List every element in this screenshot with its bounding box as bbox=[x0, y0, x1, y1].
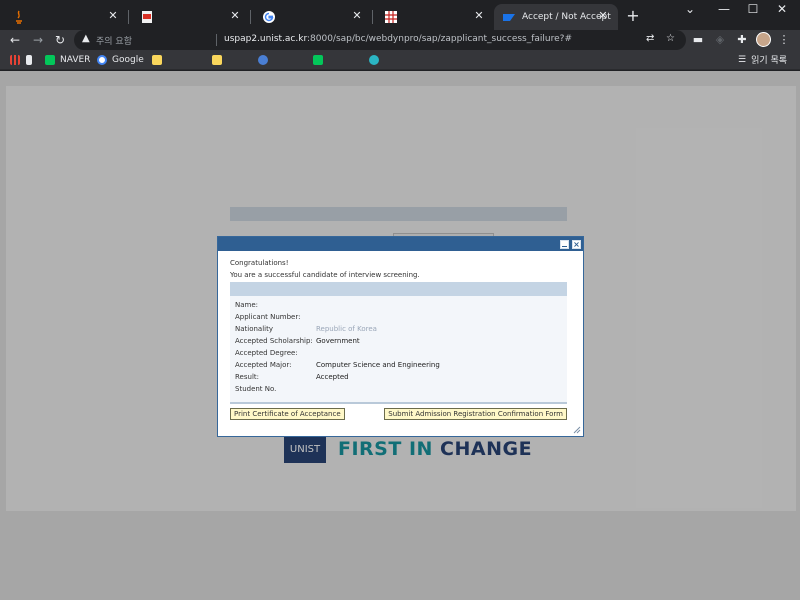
bookmark-site[interactable] bbox=[258, 53, 273, 67]
minimize-button[interactable]: — bbox=[714, 2, 734, 16]
bookmark-google[interactable]: Google bbox=[97, 53, 144, 67]
menu-icon[interactable]: ⋮ bbox=[776, 33, 792, 46]
acceptance-dialog: × Congratulations! You are a successful … bbox=[217, 236, 584, 437]
minimize-icon[interactable] bbox=[560, 240, 569, 249]
field-label: Applicant Number: bbox=[235, 313, 301, 321]
submit-confirmation-button[interactable]: Submit Admission Registration Confirmati… bbox=[384, 408, 567, 420]
security-status[interactable]: 주의 요함 bbox=[96, 34, 132, 47]
dialog-body: Congratulations! You are a successful ca… bbox=[218, 251, 583, 436]
tab-search-button[interactable]: ⌄ bbox=[680, 2, 700, 16]
naver-icon bbox=[313, 55, 323, 65]
tab-google[interactable]: ✕ bbox=[250, 4, 372, 30]
browser-toolbar: ← → ↻ ▲ 주의 요함 uspap2.unist.ac.kr:8000/sa… bbox=[0, 30, 800, 50]
bookmarks-bar: NAVER Google ☰ 읽기 목록 bbox=[0, 50, 800, 70]
result-message: You are a successful candidate of interv… bbox=[230, 271, 420, 279]
bookmark-naver[interactable]: NAVER bbox=[45, 53, 90, 67]
field-label: Accepted Scholarship: bbox=[235, 337, 313, 345]
bookmark-icon bbox=[26, 55, 32, 65]
field-value: Government bbox=[316, 337, 360, 345]
bookmark-label: NAVER bbox=[60, 55, 91, 65]
info-header-bar bbox=[230, 282, 567, 296]
field-value: Republic of Korea bbox=[316, 325, 377, 333]
field-value: Accepted bbox=[316, 373, 349, 381]
reading-list[interactable]: ☰ 읽기 목록 bbox=[738, 53, 788, 67]
media-icon[interactable]: ▬ bbox=[690, 33, 706, 46]
extensions-icon[interactable]: ✚ bbox=[734, 33, 750, 46]
sap-icon bbox=[502, 10, 516, 24]
url-host: uspap2.unist.ac.kr bbox=[224, 34, 307, 44]
close-icon[interactable]: ✕ bbox=[106, 9, 120, 23]
bookmark-naver[interactable] bbox=[313, 53, 328, 67]
shield-icon[interactable]: ◈ bbox=[712, 33, 728, 46]
naver-icon bbox=[45, 55, 55, 65]
resize-grip-icon[interactable] bbox=[573, 426, 581, 434]
tab-grid-app[interactable]: ✕ bbox=[372, 4, 494, 30]
field-label: Student No. bbox=[235, 385, 277, 393]
reading-list-label: 읽기 목록 bbox=[751, 56, 788, 66]
close-icon[interactable]: ✕ bbox=[228, 9, 242, 23]
new-tab-button[interactable]: + bbox=[624, 8, 642, 26]
close-icon[interactable]: × bbox=[572, 240, 581, 249]
bookmark-edge[interactable] bbox=[369, 53, 384, 67]
url-path: :8000/sap/bc/webdynpro/sap/zapplicant_su… bbox=[307, 34, 572, 44]
grid-app-icon bbox=[384, 10, 398, 24]
java-icon bbox=[12, 10, 26, 24]
star-icon[interactable]: ☆ bbox=[666, 33, 675, 44]
site-icon bbox=[258, 55, 268, 65]
tab-strip: ✕ ✕ ✕ ✕ Accept / Not Accept ✕ + ⌄ — ☐ ✕ bbox=[0, 0, 800, 30]
tab-java[interactable]: ✕ bbox=[0, 4, 128, 30]
reading-list-icon: ☰ bbox=[738, 54, 747, 65]
bookmark-item[interactable] bbox=[26, 53, 37, 67]
field-value: Computer Science and Engineering bbox=[316, 361, 440, 369]
avatar[interactable] bbox=[756, 32, 771, 47]
forward-icon[interactable]: → bbox=[30, 32, 46, 48]
dialog-button-bar: Print Certificate of Acceptance Submit A… bbox=[230, 408, 567, 420]
address-bar[interactable]: ▲ 주의 요함 uspap2.unist.ac.kr:8000/sap/bc/w… bbox=[74, 30, 686, 50]
bookmark-label: Google bbox=[112, 55, 144, 65]
field-label: Name: bbox=[235, 301, 259, 309]
maximize-button[interactable]: ☐ bbox=[743, 2, 763, 16]
bookmark-apps[interactable] bbox=[10, 53, 25, 67]
bookmark-folder[interactable] bbox=[212, 53, 227, 67]
dialog-titlebar: × bbox=[218, 237, 583, 251]
tab-pdf[interactable]: ✕ bbox=[128, 4, 250, 30]
bookmark-folder[interactable] bbox=[152, 53, 167, 67]
close-icon[interactable]: ✕ bbox=[472, 9, 486, 23]
translate-icon[interactable]: ⇄ bbox=[646, 33, 654, 44]
address-divider bbox=[216, 34, 217, 46]
back-icon[interactable]: ← bbox=[7, 32, 23, 48]
tab-accept-not-accept[interactable]: Accept / Not Accept ✕ bbox=[494, 4, 618, 30]
folder-icon bbox=[152, 55, 162, 65]
field-label: Accepted Degree: bbox=[235, 349, 298, 357]
folder-icon bbox=[212, 55, 222, 65]
close-icon[interactable]: ✕ bbox=[350, 9, 364, 23]
apps-icon bbox=[10, 55, 20, 65]
field-label: Accepted Major: bbox=[235, 361, 292, 369]
google-icon bbox=[97, 55, 107, 65]
pdf-icon bbox=[140, 10, 154, 24]
field-label: Nationality bbox=[235, 325, 274, 333]
google-icon bbox=[262, 10, 276, 24]
browser-window: ✕ ✕ ✕ ✕ Accept / Not Accept ✕ + ⌄ — ☐ ✕ … bbox=[0, 0, 800, 600]
reload-icon[interactable]: ↻ bbox=[52, 32, 68, 48]
warning-icon[interactable]: ▲ bbox=[82, 33, 90, 44]
congratulations-text: Congratulations! bbox=[230, 259, 289, 267]
edge-icon bbox=[369, 55, 379, 65]
print-certificate-button[interactable]: Print Certificate of Acceptance bbox=[230, 408, 345, 420]
close-window-button[interactable]: ✕ bbox=[772, 2, 792, 16]
url-text[interactable]: uspap2.unist.ac.kr:8000/sap/bc/webdynpro… bbox=[224, 34, 572, 44]
applicant-info-panel: Name: Applicant Number: Nationality Repu… bbox=[230, 296, 567, 404]
close-icon[interactable]: ✕ bbox=[596, 9, 610, 23]
field-label: Result: bbox=[235, 373, 259, 381]
